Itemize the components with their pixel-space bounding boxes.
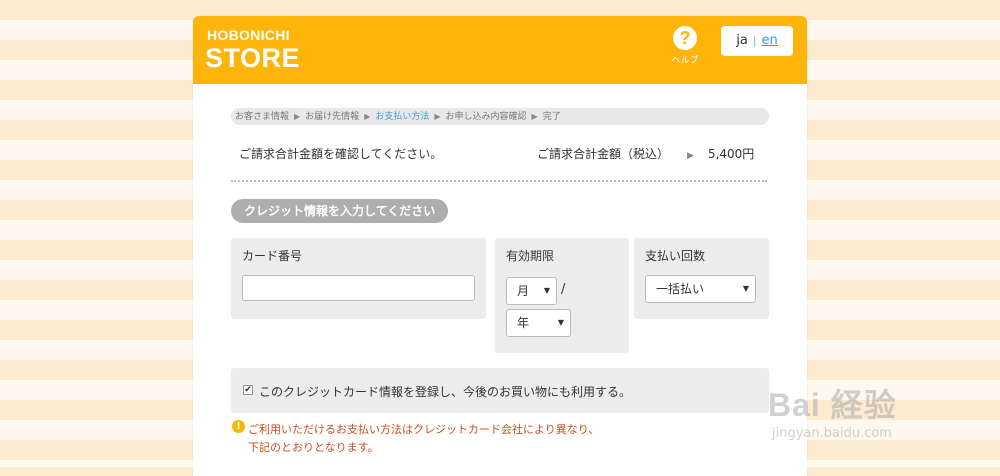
card-number-label: カード番号	[242, 249, 303, 263]
lang-ja[interactable]: ja	[736, 33, 748, 48]
logo-brand-main[interactable]: STORE	[205, 43, 300, 74]
register-card-option: ✔ このクレジットカード情報を登録し、今後のお買い物にも利用する。	[231, 368, 769, 413]
notice-text-line1: ご利用いただけるお支払い方法はクレジットカード会社により異なり、	[248, 423, 600, 436]
summary-total: ご請求合計金額（税込） ▶ 5,400円	[537, 145, 754, 162]
total-arrow-icon: ▶	[687, 151, 694, 161]
breadcrumb-arrow-icon: ▶	[531, 112, 538, 121]
expiry-month-value: 月	[517, 284, 530, 298]
installments-box: 支払い回数 一括払い ▼	[634, 238, 769, 319]
expiry-year-select[interactable]: 年 ▼	[506, 309, 571, 337]
lang-separator: |	[752, 34, 757, 47]
notice-text-line2: 下記のとおりとなります。	[248, 441, 379, 454]
help-icon[interactable]: ?	[673, 26, 697, 50]
expiry-label: 有効期限	[506, 249, 555, 263]
chevron-down-icon: ▼	[742, 284, 749, 293]
breadcrumb-arrow-icon: ▶	[434, 112, 441, 121]
breadcrumb-step: 完了	[542, 112, 561, 122]
total-value: 5,400円	[707, 147, 755, 161]
breadcrumb-arrow-icon: ▶	[294, 112, 301, 121]
chevron-down-icon: ▼	[543, 286, 550, 295]
section-title: クレジット情報を入力してください	[231, 199, 449, 223]
expiry-month-select[interactable]: 月 ▼	[506, 277, 557, 305]
help-label[interactable]: ヘルプ	[665, 53, 705, 66]
warning-icon: !	[232, 420, 245, 433]
expiry-box: 有効期限 月 ▼ / 年 ▼	[495, 238, 629, 353]
store-panel: HOBONICHI STORE ? ヘルプ ja | en お客さま情報 ▶ お届け先情…	[193, 16, 807, 476]
register-card-checkbox[interactable]: ✔	[243, 385, 253, 395]
register-card-label[interactable]: このクレジットカード情報を登録し、今後のお買い物にも利用する。	[259, 383, 631, 400]
installments-label: 支払い回数	[645, 249, 706, 263]
chevron-down-icon: ▼	[557, 318, 564, 327]
lang-en-link[interactable]: en	[762, 33, 778, 48]
language-switcher: ja | en	[721, 26, 793, 56]
card-number-box: カード番号	[231, 238, 486, 319]
breadcrumb-step: お届け先情報	[305, 112, 360, 122]
baidu-watermark: Bai 経验 jingyan.baidu.com	[768, 380, 998, 460]
breadcrumb-step-active: お支払い方法	[375, 112, 430, 122]
breadcrumb-step: お申し込み内容確認	[445, 112, 527, 122]
header-bar: HOBONICHI STORE ? ヘルプ ja | en	[193, 16, 807, 84]
dotted-divider	[231, 180, 767, 182]
expiry-year-value: 年	[517, 316, 530, 330]
breadcrumb: お客さま情報 ▶ お届け先情報 ▶ お支払い方法 ▶ お申し込み内容確認 ▶ 完了	[231, 108, 769, 125]
total-label: ご請求合計金額（税込）	[537, 147, 670, 161]
help-button[interactable]: ? ヘルプ	[665, 26, 705, 66]
card-number-input[interactable]	[242, 275, 475, 301]
summary-message: ご請求合計金額を確認してください。	[239, 147, 443, 161]
logo-brand-top[interactable]: HOBONICHI	[207, 27, 290, 43]
breadcrumb-arrow-icon: ▶	[364, 112, 371, 121]
watermark-logo: Bai 経验	[768, 387, 897, 423]
expiry-separator: /	[561, 282, 566, 297]
breadcrumb-step: お客さま情報	[235, 112, 290, 122]
installments-value: 一括払い	[656, 282, 705, 296]
installments-select[interactable]: 一括払い ▼	[645, 275, 756, 303]
watermark-url: jingyan.baidu.com	[772, 426, 892, 441]
